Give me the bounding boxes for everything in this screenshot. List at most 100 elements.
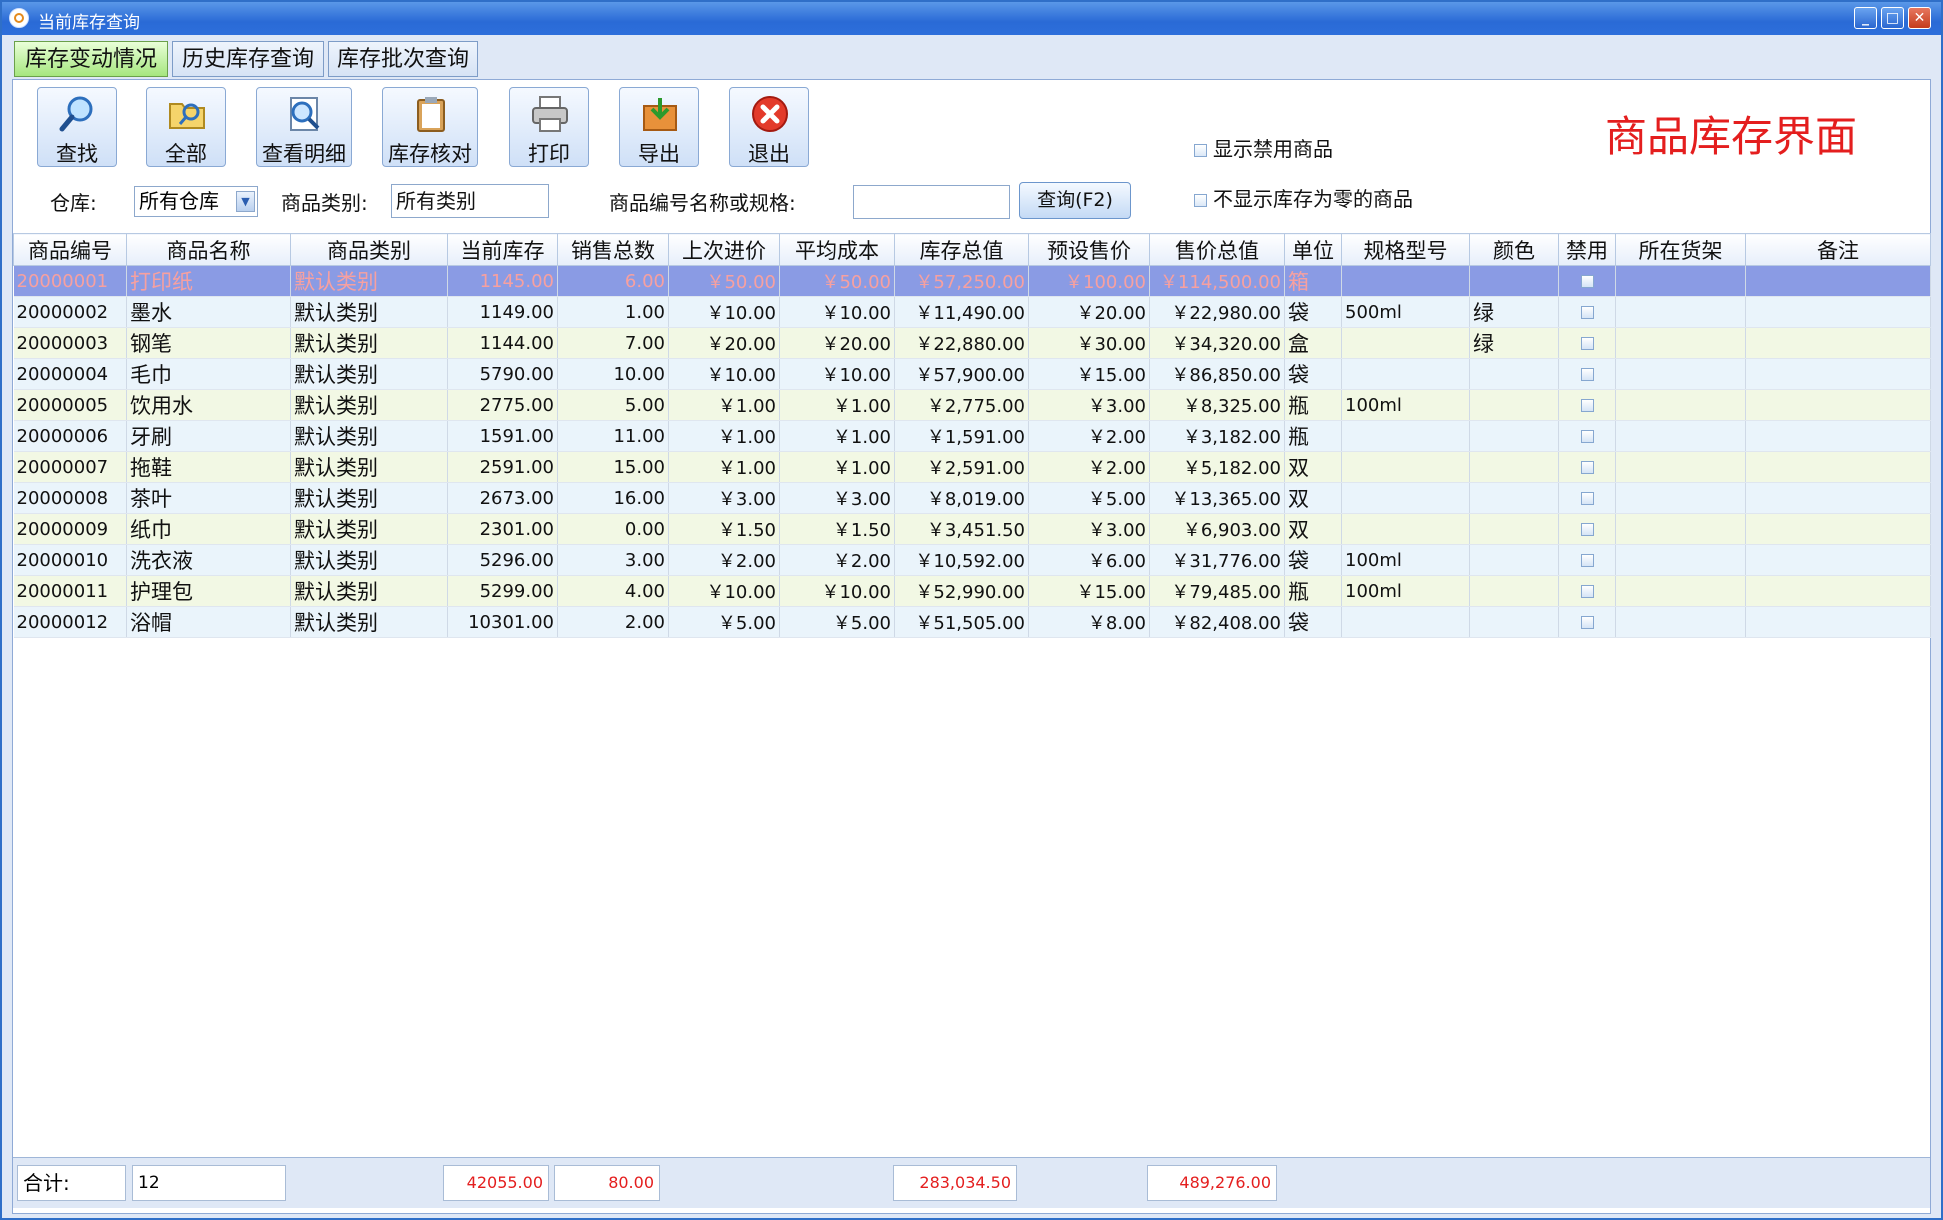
table-cell: 6.00	[557, 265, 669, 297]
column-header[interactable]: 规格型号	[1341, 233, 1470, 266]
column-header[interactable]: 平均成本	[779, 233, 895, 266]
table-cell	[1558, 327, 1616, 359]
table-cell	[1745, 389, 1931, 421]
tab-history-stock[interactable]: 历史库存查询	[172, 41, 324, 77]
table-row[interactable]: 20000001 打印纸 默认类别 1145.00 6.00 ￥50.00 ￥50.00 ￥5…	[13, 265, 1931, 297]
table-cell	[1469, 358, 1559, 390]
table-cell: 绿	[1469, 296, 1559, 328]
table-cell: ￥2,775.00	[894, 389, 1029, 421]
stock-table: 商品编号 商品名称 商品类别 当前库存 销售总数 上次进价 平均成本 库存总值 预设售价 售价总值…	[13, 233, 1931, 638]
disabled-checkbox[interactable]	[1580, 306, 1594, 319]
disabled-checkbox[interactable]	[1580, 399, 1594, 412]
query-button[interactable]: 查询(F2)	[1019, 182, 1131, 219]
minimize-button[interactable]: _	[1854, 7, 1877, 29]
table-cell: 默认类别	[290, 327, 448, 359]
all-button[interactable]: 全部	[146, 87, 226, 167]
table-row[interactable]: 20000011 护理包 默认类别 5299.00 4.00 ￥10.00 ￥10.00 ￥5…	[13, 575, 1931, 607]
table-cell: ￥2.00	[779, 544, 895, 576]
disabled-checkbox[interactable]	[1580, 554, 1594, 567]
view-detail-button[interactable]: 查看明细	[256, 87, 352, 167]
table-cell: ￥51,505.00	[894, 606, 1029, 638]
table-cell: 1144.00	[447, 327, 558, 359]
printer-icon	[532, 96, 568, 132]
table-cell: ￥10.00	[779, 296, 895, 328]
tab-batch-stock[interactable]: 库存批次查询	[328, 41, 478, 77]
table-row[interactable]: 20000004 毛巾 默认类别 5790.00 10.00 ￥10.00 ￥10.00 ￥5…	[13, 358, 1931, 390]
column-header[interactable]: 颜色	[1469, 233, 1559, 266]
column-header[interactable]: 商品类别	[290, 233, 448, 266]
table-row[interactable]: 20000008 茶叶 默认类别 2673.00 16.00 ￥3.00 ￥3.00 ￥8,0…	[13, 482, 1931, 514]
disabled-checkbox[interactable]	[1580, 616, 1594, 629]
table-cell: ￥20.00	[668, 327, 780, 359]
table-cell	[1341, 420, 1470, 452]
column-header[interactable]: 售价总值	[1149, 233, 1285, 266]
table-row[interactable]: 20000010 洗衣液 默认类别 5296.00 3.00 ￥2.00 ￥2.00 ￥10,…	[13, 544, 1931, 576]
disabled-checkbox[interactable]	[1580, 368, 1594, 381]
code-search-input[interactable]	[853, 185, 1010, 219]
table-row[interactable]: 20000006 牙刷 默认类别 1591.00 11.00 ￥1.00 ￥1.00 ￥1,5…	[13, 420, 1931, 452]
table-cell: 2301.00	[447, 513, 558, 545]
table-cell: 默认类别	[290, 389, 448, 421]
print-button[interactable]: 打印	[509, 87, 589, 167]
warehouse-select[interactable]: 所有仓库 ▼	[134, 186, 258, 217]
table-cell: 袋	[1284, 296, 1342, 328]
exit-button[interactable]: 退出	[729, 87, 809, 167]
table-row[interactable]: 20000007 拖鞋 默认类别 2591.00 15.00 ￥1.00 ￥1.00 ￥2,5…	[13, 451, 1931, 483]
disabled-checkbox[interactable]	[1580, 492, 1594, 505]
maximize-button[interactable]: □	[1881, 7, 1904, 29]
table-cell: ￥1.00	[779, 389, 895, 421]
table-cell: 默认类别	[290, 451, 448, 483]
export-button[interactable]: 导出	[619, 87, 699, 167]
table-cell: 墨水	[126, 296, 291, 328]
stock-check-button[interactable]: 库存核对	[382, 87, 478, 167]
table-cell: ￥15.00	[1028, 575, 1150, 607]
column-header[interactable]: 禁用	[1558, 233, 1616, 266]
column-header[interactable]: 预设售价	[1028, 233, 1150, 266]
title-bar[interactable]: 当前库存查询 _ □ ✕	[2, 2, 1941, 35]
hide-zero-checkbox[interactable]	[1194, 194, 1207, 207]
column-header[interactable]: 商品编号	[13, 233, 127, 266]
column-header[interactable]: 销售总数	[557, 233, 669, 266]
hide-zero-option[interactable]: 不显示库存为零的商品	[1194, 183, 1413, 212]
show-disabled-option[interactable]: 显示禁用商品	[1194, 133, 1333, 162]
find-button[interactable]: 查找	[37, 87, 117, 167]
hide-zero-label: 不显示库存为零的商品	[1213, 187, 1413, 211]
column-header[interactable]: 当前库存	[447, 233, 558, 266]
table-cell	[1615, 513, 1746, 545]
table-cell: ￥10.00	[668, 358, 780, 390]
column-header[interactable]: 上次进价	[668, 233, 780, 266]
table-cell: 拖鞋	[126, 451, 291, 483]
table-cell: ￥2,591.00	[894, 451, 1029, 483]
disabled-checkbox[interactable]	[1580, 523, 1594, 536]
disabled-checkbox[interactable]	[1580, 461, 1594, 474]
disabled-checkbox[interactable]	[1580, 585, 1594, 598]
table-row[interactable]: 20000002 墨水 默认类别 1149.00 1.00 ￥10.00 ￥10.00 ￥11…	[13, 296, 1931, 328]
chevron-down-icon[interactable]: ▼	[236, 191, 255, 212]
banner-text: 商品库存界面	[1605, 112, 1858, 161]
table-row[interactable]: 20000003 钢笔 默认类别 1144.00 7.00 ￥20.00 ￥20.00 ￥22…	[13, 327, 1931, 359]
table-cell: 双	[1284, 451, 1342, 483]
category-field[interactable]: 所有类别	[391, 184, 549, 218]
table-cell: 袋	[1284, 544, 1342, 576]
show-disabled-checkbox[interactable]	[1194, 144, 1207, 157]
column-header[interactable]: 备注	[1745, 233, 1931, 266]
disabled-checkbox[interactable]	[1580, 337, 1594, 350]
table-cell: 盒	[1284, 327, 1342, 359]
table-body: 20000001 打印纸 默认类别 1145.00 6.00 ￥50.00 ￥50.00 ￥5…	[13, 265, 1931, 638]
tab-stock-changes[interactable]: 库存变动情况	[14, 41, 168, 77]
table-row[interactable]: 20000009 纸巾 默认类别 2301.00 0.00 ￥1.50 ￥1.50 ￥3,45…	[13, 513, 1931, 545]
column-header[interactable]: 所在货架	[1615, 233, 1746, 266]
table-cell: ￥114,500.00	[1149, 265, 1285, 297]
disabled-checkbox[interactable]	[1580, 275, 1594, 288]
table-cell: ￥2.00	[1028, 420, 1150, 452]
app-window: 当前库存查询 _ □ ✕ 库存变动情况 历史库存查询 库存批次查询 查找 全部 …	[0, 0, 1943, 1220]
table-cell: 瓶	[1284, 420, 1342, 452]
table-row[interactable]: 20000005 饮用水 默认类别 2775.00 5.00 ￥1.00 ￥1.00 ￥2,7…	[13, 389, 1931, 421]
disabled-checkbox[interactable]	[1580, 430, 1594, 443]
column-header[interactable]: 单位	[1284, 233, 1342, 266]
column-header[interactable]: 库存总值	[894, 233, 1029, 266]
column-header[interactable]: 商品名称	[126, 233, 291, 266]
table-cell: ￥86,850.00	[1149, 358, 1285, 390]
table-row[interactable]: 20000012 浴帽 默认类别 10301.00 2.00 ￥5.00 ￥5.00 ￥51,…	[13, 606, 1931, 638]
close-button[interactable]: ✕	[1908, 7, 1931, 29]
